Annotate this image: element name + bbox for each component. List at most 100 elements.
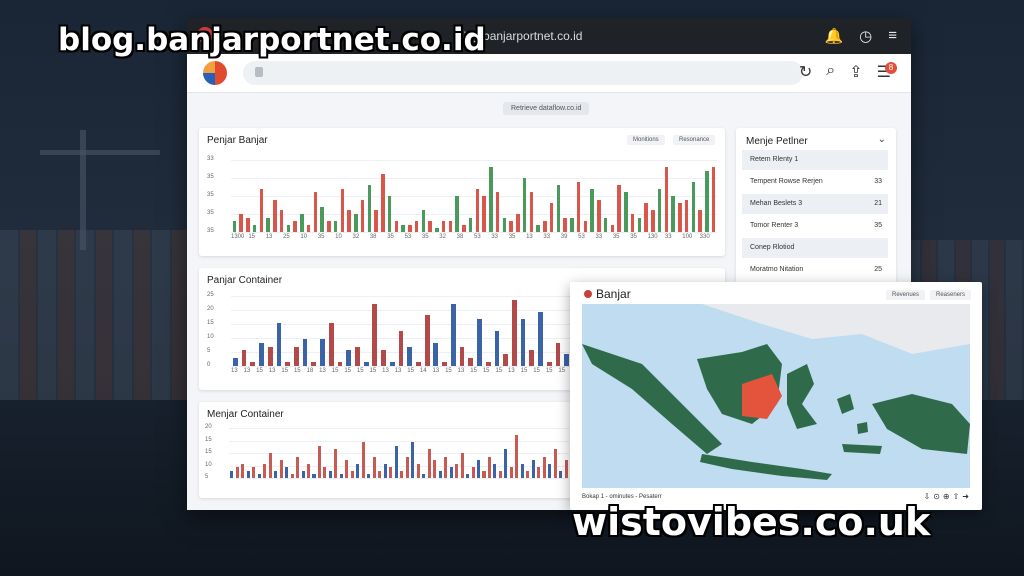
chart-bar[interactable] <box>617 185 621 232</box>
chart-bar[interactable] <box>564 354 570 366</box>
chart-bar[interactable] <box>705 170 709 232</box>
chart-bar[interactable] <box>671 196 675 232</box>
chart-bar[interactable] <box>664 167 669 232</box>
chart-bar[interactable] <box>387 196 392 232</box>
chart-bar[interactable] <box>637 217 642 232</box>
chart-bar[interactable] <box>317 445 321 478</box>
chart-bar[interactable] <box>408 224 412 232</box>
chart1-resonance-button[interactable]: Resonance <box>673 135 716 145</box>
menu-icon[interactable]: ≡ <box>888 27 897 45</box>
chart-bar[interactable] <box>320 206 324 232</box>
chart-bar[interactable] <box>421 210 426 232</box>
chart-bar[interactable] <box>555 342 561 366</box>
indonesia-map[interactable] <box>582 304 970 488</box>
chart-bar[interactable] <box>313 192 318 232</box>
chart-bar[interactable] <box>698 210 702 232</box>
chart-bar[interactable] <box>538 311 543 366</box>
chart-bar[interactable] <box>520 319 526 366</box>
chart-bar[interactable] <box>389 362 395 366</box>
chart-bar[interactable] <box>381 174 385 232</box>
chart-bar[interactable] <box>563 217 567 232</box>
chart-bar[interactable] <box>267 346 273 366</box>
chart-bar[interactable] <box>300 214 304 232</box>
chart-bar[interactable] <box>378 470 382 478</box>
chart-bar[interactable] <box>232 221 237 232</box>
chart-bar[interactable] <box>347 210 351 232</box>
chart-bar[interactable] <box>241 463 245 478</box>
chart-bar[interactable] <box>509 467 513 478</box>
chart-bar[interactable] <box>475 188 480 232</box>
chart-bar[interactable] <box>241 350 247 366</box>
chart-bar[interactable] <box>495 192 500 232</box>
chart-bar[interactable] <box>411 442 415 478</box>
chart-bar[interactable] <box>556 185 561 232</box>
chart-bar[interactable] <box>307 463 311 478</box>
chart-bar[interactable] <box>536 224 540 232</box>
chart-bar[interactable] <box>286 224 291 232</box>
chart-bar[interactable] <box>502 217 507 232</box>
chart-bar[interactable] <box>651 210 655 232</box>
chart-bar[interactable] <box>361 442 365 478</box>
chart-bar[interactable] <box>442 362 447 366</box>
sidebar-row[interactable]: Conep Rlotiod <box>742 238 888 258</box>
chart-bar[interactable] <box>529 192 534 232</box>
map-footer-icons[interactable]: ⇩⊙⊕⇧➜ <box>923 492 972 501</box>
chart-bar[interactable] <box>455 196 459 232</box>
chart-bar[interactable] <box>306 224 311 232</box>
chart-bar[interactable] <box>232 358 238 366</box>
clock-icon[interactable]: ◷ <box>859 27 872 45</box>
chart-bar[interactable] <box>416 463 420 478</box>
address-bar[interactable] <box>243 61 803 85</box>
chart-bar[interactable] <box>678 203 682 232</box>
chart-bar[interactable] <box>230 470 234 478</box>
chart-bar[interactable] <box>383 463 387 478</box>
chart-bar[interactable] <box>691 181 696 232</box>
chart-bar[interactable] <box>477 319 482 366</box>
chart-bar[interactable] <box>630 214 635 232</box>
chart-bar[interactable] <box>327 221 331 232</box>
chart-bar[interactable] <box>610 224 615 232</box>
chart-bar[interactable] <box>485 362 491 366</box>
map-revenues-button[interactable]: Revenues <box>886 290 926 300</box>
chart-bar[interactable] <box>549 203 554 232</box>
chart1-monitions-button[interactable]: Monitions <box>627 135 665 145</box>
chart-bar[interactable] <box>531 460 535 478</box>
chart-bar[interactable] <box>266 217 270 232</box>
chart-bar[interactable] <box>374 210 378 232</box>
chart-bar[interactable] <box>448 221 453 232</box>
chart-bar[interactable] <box>239 214 243 232</box>
chart-bar[interactable] <box>252 224 257 232</box>
chart-bar[interactable] <box>257 474 261 478</box>
chart-bar[interactable] <box>441 221 446 232</box>
chart-bar[interactable] <box>328 323 334 366</box>
chart-bar[interactable] <box>273 199 277 232</box>
chart-bar[interactable] <box>354 214 358 232</box>
chart-bar[interactable] <box>462 224 466 232</box>
chart-bar[interactable] <box>487 456 491 478</box>
chart-bar[interactable] <box>511 299 517 366</box>
chart-bar[interactable] <box>301 470 305 478</box>
chart-bar[interactable] <box>444 456 448 478</box>
chart-bar[interactable] <box>564 460 568 478</box>
chart-bar[interactable] <box>466 474 470 478</box>
chart-bar[interactable] <box>711 167 716 232</box>
chart-bar[interactable] <box>360 199 365 232</box>
chart-bar[interactable] <box>389 467 393 478</box>
site-logo-icon[interactable] <box>203 61 227 85</box>
chart-bar[interactable] <box>603 217 608 232</box>
chart-bar[interactable] <box>498 470 502 478</box>
sidebar-row[interactable]: Moratmo Nitation 25 <box>742 260 888 280</box>
chart-bar[interactable] <box>400 470 404 478</box>
chart-bar[interactable] <box>493 463 497 478</box>
chart-bar[interactable] <box>246 470 250 478</box>
chart-bar[interactable] <box>320 338 325 366</box>
chart-bar[interactable] <box>414 221 419 232</box>
chart-bar[interactable] <box>516 214 520 232</box>
chart-bar[interactable] <box>293 346 299 366</box>
chart-bar[interactable] <box>489 167 493 232</box>
chart-bar[interactable] <box>570 217 574 232</box>
chart-bar[interactable] <box>285 467 289 478</box>
chart-bar[interactable] <box>398 331 404 366</box>
chart-bar[interactable] <box>583 221 588 232</box>
chart-bar[interactable] <box>259 188 264 232</box>
